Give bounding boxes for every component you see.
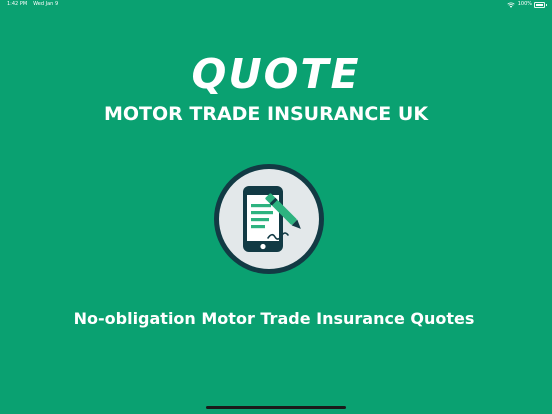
status-time: 1:42 PM [7, 1, 28, 7]
text-line-2 [251, 211, 273, 215]
text-line-3 [251, 218, 269, 222]
battery-percentage: 100% [517, 1, 532, 7]
home-indicator[interactable] [206, 406, 346, 409]
app-subtitle: MOTOR TRADE INSURANCE UK [103, 103, 429, 125]
tablet-home-button [260, 243, 266, 250]
status-date: Wed Jan 9 [33, 1, 59, 7]
text-line-1 [251, 204, 271, 208]
battery-icon [534, 1, 547, 8]
app-title: QUOTE [191, 50, 361, 98]
status-bar: 1:42 PM Wed Jan 9 100% [0, 0, 552, 12]
splash-screen: 1:42 PM Wed Jan 9 100% QUOTE MOTOR TRADE … [0, 0, 552, 414]
status-right: 100% [507, 0, 547, 9]
wifi-icon [507, 2, 515, 8]
tagline: No-obligation Motor Trade Insurance Quot… [73, 309, 475, 328]
tablet-signature-icon [214, 164, 324, 274]
battery-fill [536, 3, 543, 6]
status-left: 1:42 PM Wed Jan 9 [7, 0, 58, 9]
text-line-4 [251, 225, 265, 229]
